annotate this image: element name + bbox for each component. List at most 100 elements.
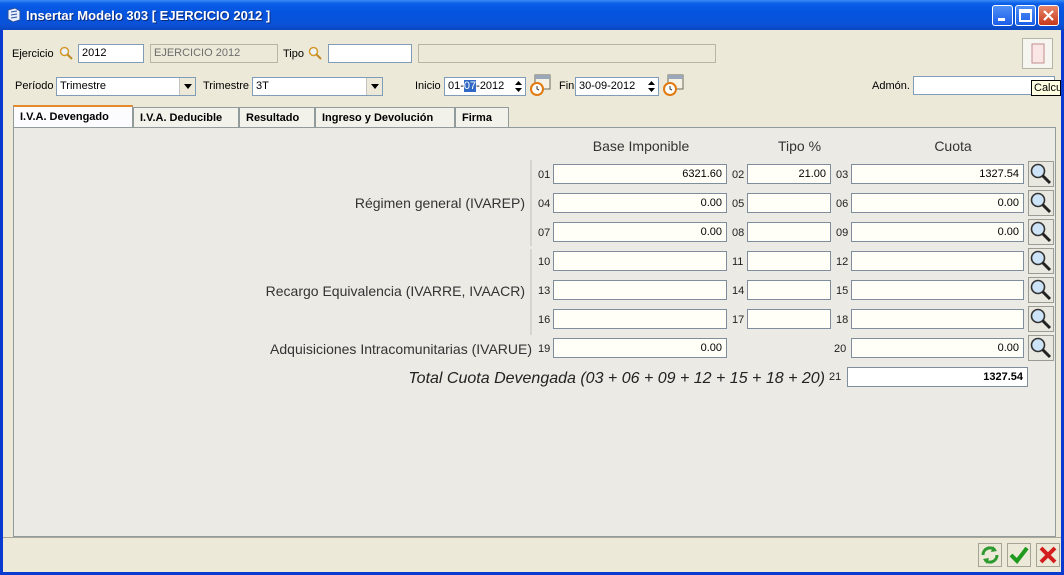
periodo-select[interactable]: Trimestre — [56, 77, 196, 96]
tab-resultado[interactable]: Resultado — [239, 107, 315, 128]
tipo-input[interactable] — [747, 222, 831, 242]
box-number: 19 — [538, 343, 551, 355]
box-number: 17 — [732, 314, 745, 326]
adq-cuota-input[interactable]: 0.00 — [851, 338, 1024, 358]
zoom-magnifier-icon[interactable] — [1028, 306, 1054, 332]
section-label-recargo: Recargo Equivalencia (IVARRE, IVAACR) — [265, 283, 525, 299]
app-icon — [7, 7, 21, 23]
box-number: 16 — [538, 314, 551, 326]
base-imponible-input[interactable]: 0.00 — [553, 222, 727, 242]
tipo-input[interactable] — [747, 251, 831, 271]
cuota-input[interactable] — [851, 280, 1024, 300]
inicio-calendar-icon[interactable] — [529, 74, 552, 96]
total-label: Total Cuota Devengada (03 + 06 + 09 + 12… — [408, 370, 825, 387]
box-number: 13 — [538, 285, 551, 297]
zoom-magnifier-icon[interactable] — [1028, 277, 1054, 303]
cuota-input[interactable]: 0.00 — [851, 222, 1024, 242]
inicio-month-selected: 07 — [463, 80, 477, 92]
chevron-down-icon — [371, 84, 379, 89]
calculator-icon — [1031, 43, 1045, 64]
tab-iva-deducible[interactable]: I.V.A. Deducible — [133, 107, 239, 128]
base-imponible-input[interactable] — [553, 280, 727, 300]
separator-general — [530, 160, 532, 246]
box-number: 07 — [538, 227, 551, 239]
zoom-magnifier-icon[interactable] — [1028, 190, 1054, 216]
fin-spinner-icon[interactable] — [646, 79, 657, 94]
tipo-label: Tipo — [283, 48, 304, 60]
refresh-icon[interactable] — [978, 543, 1002, 567]
tab-ingreso-devolucion[interactable]: Ingreso y Devolución — [315, 107, 455, 128]
zoom-magnifier-icon[interactable] — [1028, 219, 1054, 245]
ejercicio-search-icon[interactable] — [59, 46, 73, 60]
box-number: 18 — [836, 314, 849, 326]
tipo-input[interactable] — [747, 193, 831, 213]
zoom-magnifier-icon[interactable] — [1028, 335, 1054, 361]
bottom-divider — [3, 537, 1061, 538]
inicio-label: Inicio — [415, 80, 441, 92]
cuota-input[interactable] — [851, 309, 1024, 329]
box-number: 05 — [732, 198, 745, 210]
base-imponible-input[interactable]: 0.00 — [553, 193, 727, 213]
trimestre-select[interactable]: 3T — [252, 77, 383, 96]
box-number: 12 — [836, 256, 849, 268]
base-imponible-input[interactable] — [553, 251, 727, 271]
periodo-value: Trimestre — [60, 80, 107, 92]
tipo-description — [418, 44, 716, 63]
cuota-input[interactable] — [851, 251, 1024, 271]
section-label-adquisiciones: Adquisiciones Intracomunitarias (IVARUE) — [270, 341, 532, 357]
box-number: 20 — [834, 343, 847, 355]
section-label-general: Régimen general (IVAREP) — [354, 195, 525, 211]
box-number: 08 — [732, 227, 745, 239]
tipo-input[interactable] — [747, 309, 831, 329]
box-number: 11 — [732, 256, 744, 268]
box-number: 06 — [836, 198, 849, 210]
window-title: Insertar Modelo 303 [ EJERCICIO 2012 ] — [26, 8, 271, 23]
inicio-spinner-icon[interactable] — [513, 79, 524, 94]
fin-date-input[interactable]: 30-09-2012 — [575, 77, 659, 96]
adq-base-input[interactable]: 0.00 — [553, 338, 727, 358]
check-icon[interactable] — [1007, 543, 1031, 567]
close-window-button[interactable] — [1038, 5, 1059, 26]
tipo-input[interactable] — [328, 44, 412, 63]
box-number: 02 — [732, 169, 745, 181]
column-header-cuota: Cuota — [934, 138, 972, 154]
fin-label: Fin — [559, 80, 575, 92]
close-icon[interactable] — [1036, 543, 1060, 567]
cuota-input[interactable]: 0.00 — [851, 193, 1024, 213]
cuota-input[interactable]: 1327.54 — [851, 164, 1024, 184]
ejercicio-input[interactable]: 2012 — [78, 44, 144, 63]
maximize-button[interactable] — [1015, 5, 1036, 26]
inicio-date-input[interactable]: 01-07-2012 — [444, 77, 526, 96]
box-number: 03 — [836, 169, 849, 181]
separator-recargo — [530, 249, 532, 335]
periodo-label: Período — [15, 80, 54, 92]
tab-iva-devengado[interactable]: I.V.A. Devengado — [13, 105, 133, 128]
tipo-input[interactable] — [747, 280, 831, 300]
box-number: 09 — [836, 227, 849, 239]
tipo-input[interactable]: 21.00 — [747, 164, 831, 184]
trimestre-value: 3T — [256, 80, 269, 92]
tipo-search-icon[interactable] — [308, 46, 322, 60]
base-imponible-input[interactable] — [553, 309, 727, 329]
column-header-tipo: Tipo % — [777, 138, 822, 154]
close-icon — [1043, 10, 1054, 21]
chevron-down-icon — [184, 84, 192, 89]
fin-calendar-icon[interactable] — [662, 74, 685, 96]
main-window: Insertar Modelo 303 [ EJERCICIO 2012 ] E… — [0, 0, 1064, 575]
tab-firma[interactable]: Firma — [455, 107, 509, 128]
inicio-year: -2012 — [476, 80, 505, 92]
title-bar[interactable]: Insertar Modelo 303 [ EJERCICIO 2012 ] — [0, 0, 1064, 30]
box-number: 01 — [538, 169, 551, 181]
box-number: 14 — [732, 285, 745, 297]
trimestre-dropdown-button[interactable] — [366, 78, 382, 95]
tooltip: Calcula — [1031, 80, 1061, 96]
periodo-dropdown-button[interactable] — [179, 78, 195, 95]
box-number: 15 — [836, 285, 849, 297]
zoom-magnifier-icon[interactable] — [1028, 161, 1054, 187]
minimize-button[interactable] — [992, 5, 1013, 26]
inicio-day: 01- — [448, 80, 464, 92]
calculate-button[interactable] — [1022, 38, 1053, 69]
box-number: 21 — [829, 371, 842, 383]
base-imponible-input[interactable]: 6321.60 — [553, 164, 727, 184]
zoom-magnifier-icon[interactable] — [1028, 248, 1054, 274]
